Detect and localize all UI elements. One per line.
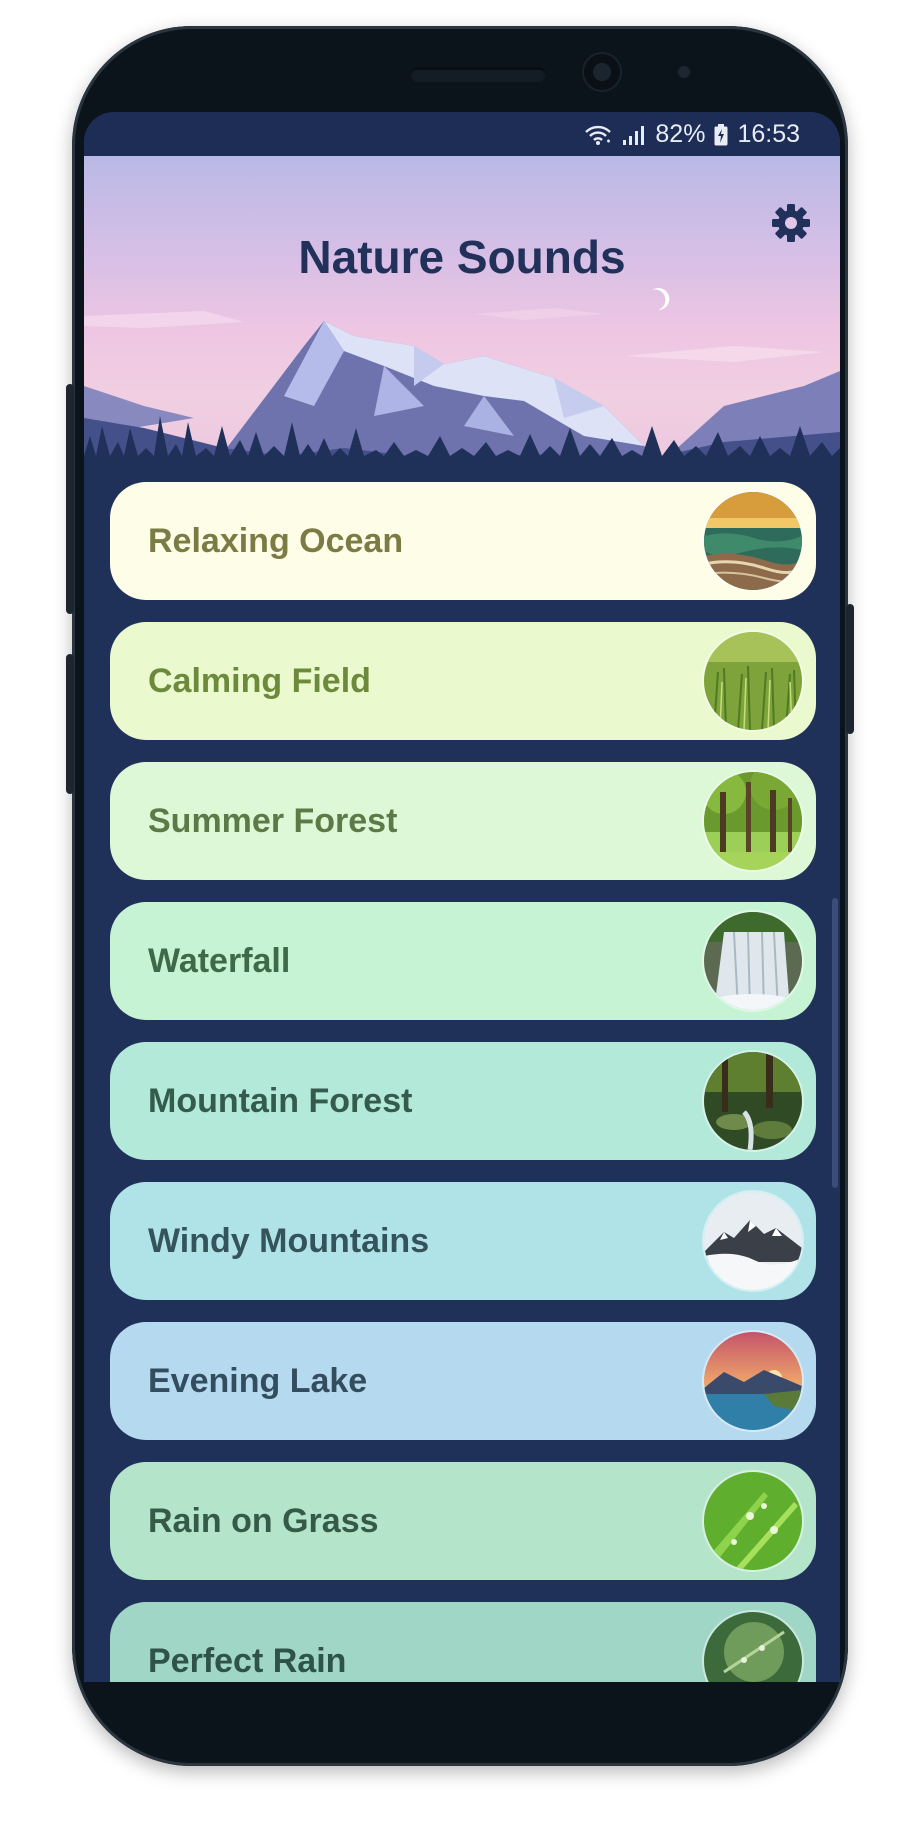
mountain-forest-thumbnail [704, 1052, 802, 1150]
app-screen: 82% 16:53 Nature Sounds Relaxing Ocean C… [84, 112, 840, 1682]
battery-percent: 82% [655, 120, 706, 148]
ocean-thumbnail [704, 492, 802, 590]
forest-thumbnail [704, 772, 802, 870]
field-thumbnail [704, 632, 802, 730]
windy-mountains-thumbnail [704, 1192, 802, 1290]
volume-button [66, 384, 74, 614]
clock: 16:53 [737, 120, 800, 148]
page-title: Nature Sounds [298, 231, 626, 283]
sound-list: Relaxing Ocean Calming Field Summer Fore… [84, 468, 840, 1682]
power-button [846, 604, 854, 734]
sound-card-waterfall[interactable]: Waterfall [110, 902, 816, 1020]
sound-card-mountain-forest[interactable]: Mountain Forest [110, 1042, 816, 1160]
earpiece-speaker [410, 68, 546, 82]
sound-card-rain-on-grass[interactable]: Rain on Grass [110, 1462, 816, 1580]
scrollbar[interactable] [832, 898, 838, 1188]
header-banner: Nature Sounds [84, 156, 840, 478]
signal-icon [621, 124, 647, 146]
perfect-rain-thumbnail [704, 1612, 802, 1682]
status-bar: 82% 16:53 [84, 112, 840, 156]
front-camera [584, 54, 620, 90]
sound-card-windy-mountains[interactable]: Windy Mountains [110, 1182, 816, 1300]
rain-grass-thumbnail [704, 1472, 802, 1570]
proximity-sensor [678, 66, 690, 78]
wifi-icon [583, 123, 613, 147]
battery-icon [713, 123, 729, 147]
gear-icon[interactable] [770, 202, 812, 244]
mountain-illustration [84, 288, 840, 478]
sound-card-evening-lake[interactable]: Evening Lake [110, 1322, 816, 1440]
evening-lake-thumbnail [704, 1332, 802, 1430]
sound-card-calming-field[interactable]: Calming Field [110, 622, 816, 740]
bixby-button [66, 654, 74, 794]
sound-card-perfect-rain[interactable]: Perfect Rain [110, 1602, 816, 1682]
waterfall-thumbnail [704, 912, 802, 1010]
sound-card-summer-forest[interactable]: Summer Forest [110, 762, 816, 880]
sound-card-relaxing-ocean[interactable]: Relaxing Ocean [110, 482, 816, 600]
